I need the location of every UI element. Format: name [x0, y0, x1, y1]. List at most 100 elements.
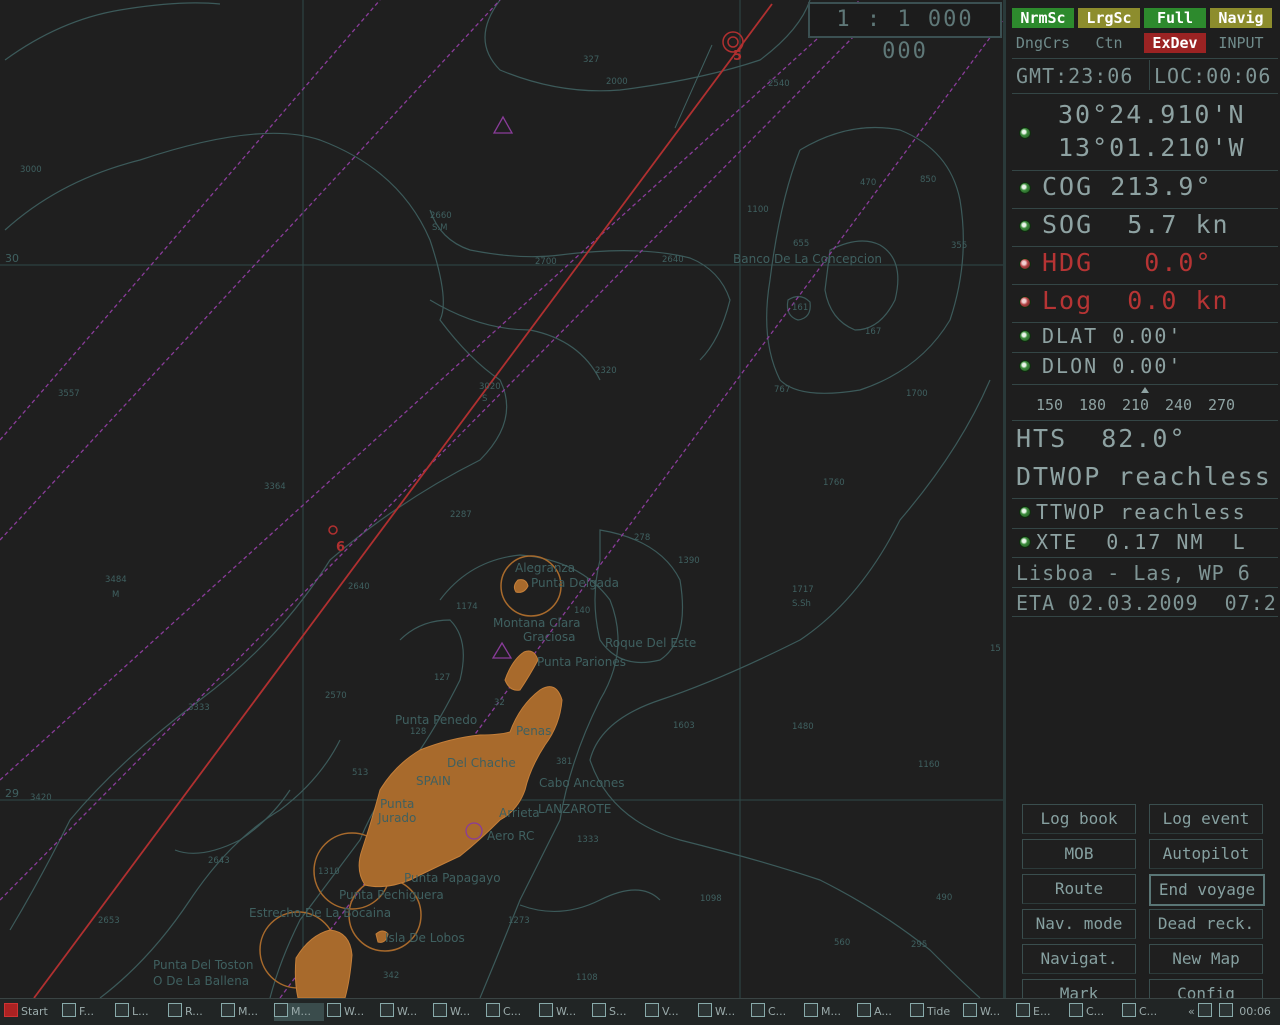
mode-button-lrgsc[interactable]: LrgSc [1078, 8, 1140, 28]
taskbar-item-label: M... [291, 1005, 311, 1018]
depth-sounding: 1098 [700, 894, 722, 904]
window-icon [751, 1003, 765, 1017]
taskbar-item[interactable]: A... [857, 1003, 907, 1021]
nav-mode-button[interactable]: Nav. mode [1022, 909, 1136, 939]
heading-compass: 150 180 210 240 270 [1006, 386, 1278, 416]
dead-reck-button[interactable]: Dead reck. [1149, 909, 1263, 939]
taskbar-item-label: R... [185, 1005, 203, 1018]
start-button[interactable]: Start [4, 1003, 48, 1021]
mode-button-full[interactable]: Full [1144, 8, 1206, 28]
depth-sounding: 1333 [577, 835, 599, 845]
taskbar-item[interactable]: W... [963, 1003, 1013, 1021]
taskbar-item[interactable]: Tide [910, 1003, 960, 1021]
depth-sounding: 1108 [576, 973, 598, 983]
mode-button-input[interactable]: INPUT [1210, 33, 1272, 53]
taskbar-item-label: W... [450, 1005, 471, 1018]
depth-sounding: 1273 [508, 916, 530, 926]
tray-clock[interactable]: « 00:06 [1188, 1003, 1271, 1021]
taskbar-item[interactable]: M... [274, 1003, 324, 1021]
mode-button-nrmsc[interactable]: NrmSc [1012, 8, 1074, 28]
depth-sounding: 1480 [792, 722, 814, 732]
taskbar-item[interactable]: C... [751, 1003, 801, 1021]
taskbar-item[interactable]: C... [486, 1003, 536, 1021]
taskbar-item[interactable]: M... [221, 1003, 271, 1021]
depth-sounding: 2640 [348, 582, 370, 592]
taskbar-item[interactable]: F... [62, 1003, 112, 1021]
depth-sounding: 655 [793, 239, 809, 249]
traffic-limits [0, 0, 1003, 998]
depth-sounding: 2000 [606, 77, 628, 87]
waypoint-label: 6 [336, 540, 345, 555]
chart-scale[interactable]: 1 : 1 000 000 [808, 2, 1002, 64]
log-event-button[interactable]: Log event [1149, 804, 1263, 834]
compass-tick: 270 [1208, 396, 1236, 414]
start-icon [4, 1003, 18, 1017]
taskbar-item[interactable]: E... [1016, 1003, 1066, 1021]
xte-value: XTE 0.17 NM L [1036, 530, 1247, 554]
taskbar-item[interactable]: W... [433, 1003, 483, 1021]
depth-sounding: 278 [634, 533, 650, 543]
log-book-button[interactable]: Log book [1022, 804, 1136, 834]
depth-sounding: 3020 [479, 382, 501, 392]
depth-sounding: 1390 [678, 556, 700, 566]
window-icon [1016, 1003, 1030, 1017]
taskbar-item-label: C... [1086, 1005, 1105, 1018]
lat-label-30: 30 [5, 252, 19, 265]
nautical-chart[interactable]: 327 2000 2540 3000 470 850 1100 2660 S.M 655 355 26… [0, 0, 1003, 998]
mob-button[interactable]: MOB [1022, 839, 1136, 869]
taskbar-item[interactable]: W... [380, 1003, 430, 1021]
tray-volume-icon [1218, 1003, 1233, 1017]
depth-sounding: 3484 [105, 575, 127, 585]
taskbar-item[interactable]: M... [804, 1003, 854, 1021]
compass-tick: 210 [1122, 396, 1150, 414]
place-name: Isla De Lobos [385, 931, 465, 945]
mode-button-navig[interactable]: Navig [1210, 8, 1272, 28]
depth-sounding: 1100 [747, 205, 769, 215]
place-name: Arrieta [499, 806, 540, 820]
taskbar-item-label: E... [1033, 1005, 1051, 1018]
place-name: Punta Del Toston [153, 958, 253, 972]
autopilot-button[interactable]: Autopilot [1149, 839, 1263, 869]
window-icon [1069, 1003, 1083, 1017]
log-value: Log 0.0 kn [1042, 286, 1230, 315]
dlon-value: DLON 0.00' [1042, 354, 1183, 378]
mode-button-exdev[interactable]: ExDev [1144, 33, 1206, 53]
depth-sounding: 1700 [906, 389, 928, 399]
end-voyage-button[interactable]: End voyage [1149, 874, 1265, 906]
depth-sounding: 3364 [264, 482, 286, 492]
place-name: Banco De La Concepcion [733, 252, 882, 266]
window-icon [380, 1003, 394, 1017]
window-icon [1122, 1003, 1136, 1017]
chart-canvas[interactable]: 327 2000 2540 3000 470 850 1100 2660 S.M 655 355 26… [0, 0, 1003, 998]
depth-sounding: 767 [774, 385, 790, 395]
window-icon [857, 1003, 871, 1017]
taskbar-item[interactable]: C... [1122, 1003, 1172, 1021]
taskbar-item-label: A... [874, 1005, 892, 1018]
mode-button-dngcrs[interactable]: DngCrs [1012, 33, 1074, 53]
depth-sounding: 2540 [768, 79, 790, 89]
latitude: 30°24.910'N [1058, 100, 1246, 129]
taskbar-item[interactable]: W... [327, 1003, 377, 1021]
hts-value: HTS 82.0° [1016, 424, 1187, 453]
taskbar-item[interactable]: W... [698, 1003, 748, 1021]
depth-sounding: 2320 [595, 366, 617, 376]
taskbar-item-label: V... [662, 1005, 679, 1018]
waypoint-6-marker[interactable] [328, 525, 338, 535]
taskbar-item[interactable]: C... [1069, 1003, 1119, 1021]
navigat-button[interactable]: Navigat. [1022, 944, 1136, 974]
depth-sounding: 560 [834, 938, 850, 948]
place-name: Cabo Ancones [539, 776, 625, 790]
place-name: O De La Ballena [153, 974, 249, 988]
mode-button-ctn[interactable]: Ctn [1078, 33, 1140, 53]
taskbar-item[interactable]: V... [645, 1003, 695, 1021]
route-button[interactable]: Route [1022, 874, 1136, 904]
new-map-button[interactable]: New Map [1149, 944, 1263, 974]
taskbar: Start F... L... R... M... M... W... W... W... C.… [0, 998, 1280, 1025]
taskbar-item-label: L... [132, 1005, 149, 1018]
cog-status-icon [1019, 182, 1031, 194]
taskbar-item[interactable]: R... [168, 1003, 218, 1021]
taskbar-item[interactable]: L... [115, 1003, 165, 1021]
dtwop-value: DTWOP reachless [1016, 462, 1272, 491]
taskbar-item[interactable]: W... [539, 1003, 589, 1021]
taskbar-item[interactable]: S... [592, 1003, 642, 1021]
